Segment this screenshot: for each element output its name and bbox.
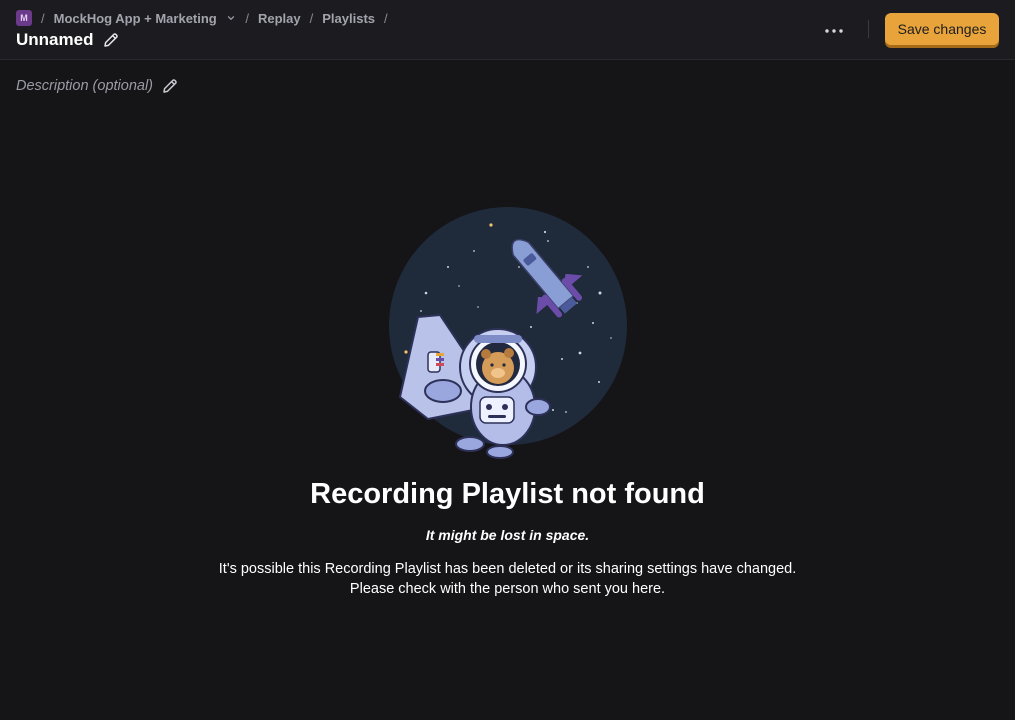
breadcrumb-separator: / (245, 10, 249, 26)
not-found-message-line: It's possible this Recording Playlist ha… (218, 561, 797, 577)
more-horizontal-icon (824, 21, 844, 39)
top-bar: M / MockHog App + Marketing / Replay / P… (0, 0, 1015, 60)
breadcrumb-separator: / (41, 10, 45, 26)
breadcrumb-playlists[interactable]: Playlists (322, 11, 375, 26)
project-badge[interactable]: M (16, 10, 32, 26)
breadcrumb: M / MockHog App + Marketing / Replay / P… (16, 10, 397, 26)
not-found-message-line: Please check with the person who sent yo… (349, 581, 666, 597)
title-row: Unnamed (16, 29, 120, 51)
save-changes-button[interactable]: Save changes (885, 13, 999, 45)
not-found-subtitle: It might be lost in space. (425, 527, 590, 543)
breadcrumb-separator: / (309, 10, 314, 26)
lost-in-space-illustration (388, 207, 628, 462)
page-title[interactable]: Unnamed (16, 30, 93, 50)
pencil-icon[interactable] (161, 77, 179, 95)
not-found-message: It's possible this Recording Playlist ha… (0, 559, 1015, 599)
pencil-icon[interactable] (102, 31, 120, 49)
breadcrumb-project[interactable]: MockHog App + Marketing (54, 11, 237, 26)
breadcrumb-project-label: MockHog App + Marketing (53, 10, 217, 26)
description-field[interactable]: Description (optional) (16, 78, 153, 94)
breadcrumb-separator: / (384, 10, 388, 26)
toolbar-divider (868, 20, 869, 38)
description-row: Description (optional) (16, 76, 179, 96)
more-options-button[interactable] (821, 18, 847, 42)
chevron-down-icon (226, 13, 236, 23)
not-found-title: Recording Playlist not found (310, 478, 705, 510)
breadcrumb-replay[interactable]: Replay (258, 11, 301, 26)
